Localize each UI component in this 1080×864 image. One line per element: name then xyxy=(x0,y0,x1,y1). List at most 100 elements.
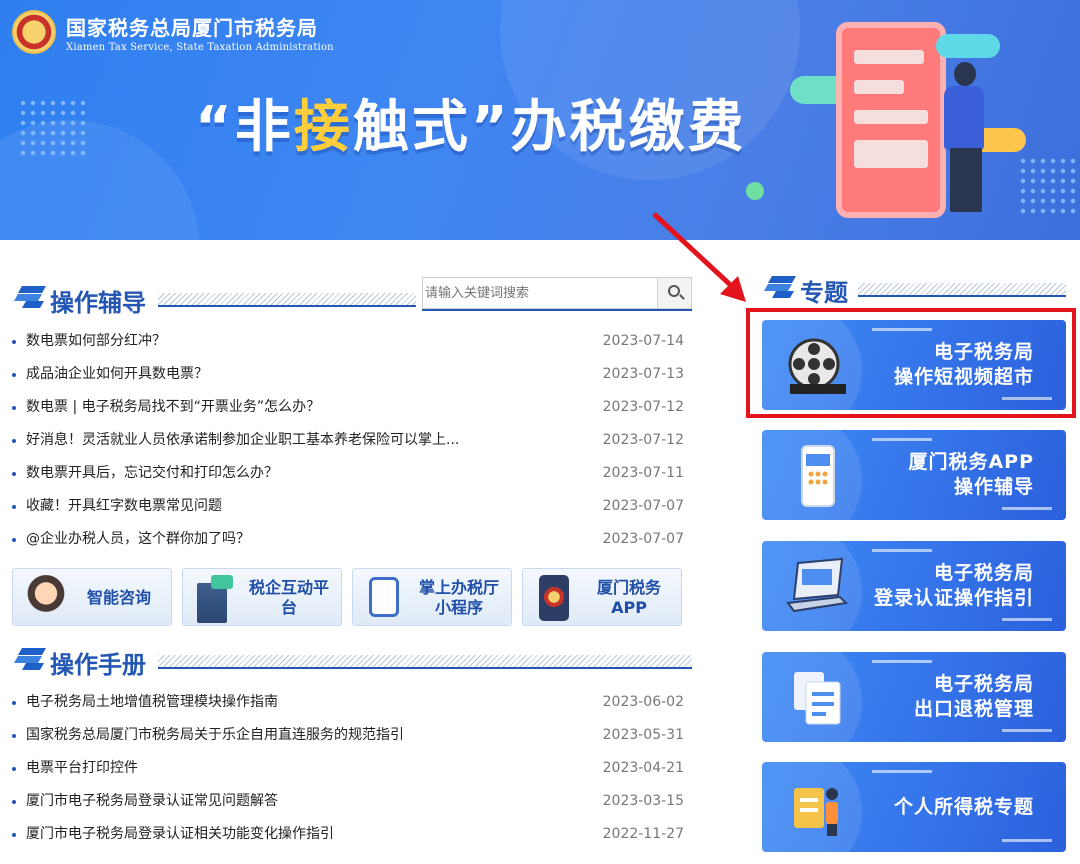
card-title-line1: 个人所得税专题 xyxy=(893,795,1034,818)
card-title-line2: 操作辅导 xyxy=(953,476,1034,498)
circle-decoration xyxy=(746,182,764,200)
phone-illustration xyxy=(836,22,946,218)
item-title[interactable]: 电票平台打印控件 xyxy=(26,752,138,785)
card-text: 厦门税务APP 操作辅导 xyxy=(908,430,1034,520)
person-illustration xyxy=(950,148,982,212)
mobile-hall-icon xyxy=(369,577,399,617)
item-title[interactable]: 厦门市电子税务局登录认证相关功能变化操作指引 xyxy=(26,818,334,851)
list-item[interactable]: 厦门市电子税务局登录认证常见问题解答 2023-03-15 xyxy=(12,785,684,818)
section-title-topics: 专题 xyxy=(800,279,848,307)
card-title-line1: 厦门税务APP xyxy=(908,451,1034,473)
item-title[interactable]: 数电票开具后，忘记交付和打印怎么办？ xyxy=(26,457,278,490)
item-title[interactable]: @企业办税人员，这个群你加了吗？ xyxy=(26,523,250,556)
search-input[interactable] xyxy=(423,278,659,308)
item-date: 2023-07-12 xyxy=(602,399,684,415)
laptop-icon xyxy=(786,557,848,613)
section-divider xyxy=(158,293,416,307)
section-icon xyxy=(763,276,798,298)
card-title-line2: 登录认证操作指引 xyxy=(873,587,1034,609)
topic-card-tax-app-guide[interactable]: 厦门税务APP 操作辅导 xyxy=(762,430,1066,520)
slogan-part1: “非 xyxy=(195,95,294,160)
item-title[interactable]: 国家税务总局厦门市税务局关于乐企自用直连服务的规范指引 xyxy=(26,719,404,752)
item-date: 2023-05-31 xyxy=(602,727,684,743)
item-title[interactable]: 电子税务局土地增值税管理模块操作指南 xyxy=(26,686,278,719)
quick-link-label: 厦门税务APP xyxy=(596,578,661,617)
item-title[interactable]: 厦门市电子税务局登录认证常见问题解答 xyxy=(26,785,278,818)
section-title-manual: 操作手册 xyxy=(50,651,146,679)
phone-line xyxy=(854,50,924,64)
section-divider xyxy=(858,283,1066,297)
item-date: 2023-07-14 xyxy=(602,333,684,349)
item-date: 2023-03-15 xyxy=(602,793,684,809)
topic-card-login-auth[interactable]: 电子税务局登录认证操作指引 xyxy=(762,541,1066,631)
phone-line xyxy=(854,140,928,168)
list-item[interactable]: 电票平台打印控件 2023-04-21 xyxy=(12,752,684,785)
card-text: 个人所得税专题 xyxy=(894,762,1034,852)
item-date: 2023-07-07 xyxy=(602,531,684,547)
item-date: 2023-07-11 xyxy=(602,465,684,481)
item-title[interactable]: 收藏！开具红字数电票常见问题 xyxy=(26,490,222,523)
list-item[interactable]: 电子税务局土地增值税管理模块操作指南 2023-06-02 xyxy=(12,686,684,719)
page: { "header": { "org_name": "国家税务总局厦门市税务局"… xyxy=(0,0,1080,864)
documents-icon xyxy=(794,672,841,725)
item-title[interactable]: 好消息！灵活就业人员依承诺制参加企业职工基本养老保险可以掌上... xyxy=(26,424,459,457)
item-date: 2023-07-13 xyxy=(602,366,684,382)
quick-link-tax-app[interactable]: 厦门税务APP xyxy=(522,568,682,626)
dot-pattern xyxy=(1018,156,1078,216)
phone-line xyxy=(854,110,928,124)
list-item[interactable]: 数电票 | 电子税务局找不到“开票业务”怎么办？ 2023-07-12 xyxy=(12,391,684,424)
smartphone-icon xyxy=(801,445,835,507)
chat-building-icon xyxy=(197,583,227,623)
list-item[interactable]: 好消息！灵活就业人员依承诺制参加企业职工基本养老保险可以掌上... 2023-07… xyxy=(12,424,684,457)
slogan-part2: 触式”办税缴费 xyxy=(352,95,747,160)
list-item[interactable]: 国家税务总局厦门市税务局关于乐企自用直连服务的规范指引 2023-05-31 xyxy=(12,719,684,752)
person-card-icon xyxy=(794,788,838,836)
quick-link-label-line2: 小程序 xyxy=(434,598,483,617)
card-title-line2: 出口退税管理 xyxy=(913,698,1034,720)
quick-link-mobile-hall[interactable]: 掌上办税厅 小程序 xyxy=(352,568,512,626)
item-title[interactable]: 数电票如何部分红冲？ xyxy=(26,325,166,358)
card-text: 电子税务局登录认证操作指引 xyxy=(874,541,1034,631)
section-icon xyxy=(13,648,48,670)
item-date: 2023-07-07 xyxy=(602,498,684,514)
item-date: 2023-07-12 xyxy=(602,432,684,448)
person-illustration xyxy=(954,62,976,86)
list-item[interactable]: 数电票开具后，忘记交付和打印怎么办？ 2023-07-11 xyxy=(12,457,684,490)
phone-line xyxy=(854,80,904,94)
org-name: 国家税务总局厦门市税务局 xyxy=(66,16,318,40)
quick-link-label: 智能咨询 xyxy=(86,588,151,607)
list-item[interactable]: 数电票如何部分红冲？ 2023-07-14 xyxy=(12,325,684,358)
chat-bubble-decoration xyxy=(936,34,1000,58)
topic-card-export-refund[interactable]: 电子税务局出口退税管理 xyxy=(762,652,1066,742)
quick-link-smart-consult[interactable]: 智能咨询 xyxy=(12,568,172,626)
guide-list: 数电票如何部分红冲？ 2023-07-14 成品油企业如何开具数电票？ 2023-0… xyxy=(12,325,684,556)
manual-list: 电子税务局土地增值税管理模块操作指南 2023-06-02 国家税务总局厦门市税务… xyxy=(12,686,684,851)
item-title[interactable]: 成品油企业如何开具数电票？ xyxy=(26,358,208,391)
highlight-box xyxy=(746,308,1076,418)
quick-link-interaction-platform[interactable]: 税企互动平台 xyxy=(182,568,342,626)
list-item[interactable]: @企业办税人员，这个群你加了吗？ 2023-07-07 xyxy=(12,523,684,556)
card-title-line1: 电子税务局 xyxy=(933,673,1034,695)
section-divider xyxy=(158,655,692,669)
card-title-line1: 电子税务局 xyxy=(933,562,1034,584)
list-item[interactable]: 成品油企业如何开具数电票？ 2023-07-13 xyxy=(12,358,684,391)
section-icon xyxy=(13,286,48,308)
red-arrow-annotation xyxy=(652,212,746,302)
item-date: 2022-11-27 xyxy=(602,826,684,842)
quick-link-label-line1: 掌上办税厅 xyxy=(418,578,499,597)
item-date: 2023-04-21 xyxy=(602,760,684,776)
tax-emblem-icon xyxy=(544,587,564,607)
item-title[interactable]: 数电票 | 电子税务局找不到“开票业务”怎么办？ xyxy=(26,391,320,424)
tax-emblem-icon xyxy=(12,10,56,54)
quick-link-label: 税企互动平台 xyxy=(248,578,329,617)
quick-link-label: 掌上办税厅 小程序 xyxy=(413,569,505,627)
slogan-highlight: 接 xyxy=(293,95,353,160)
topic-card-personal-income-tax[interactable]: 个人所得税专题 xyxy=(762,762,1066,852)
section-title-guide: 操作辅导 xyxy=(50,289,146,317)
dot-pattern xyxy=(18,98,88,158)
list-item[interactable]: 收藏！开具红字数电票常见问题 2023-07-07 xyxy=(12,490,684,523)
list-item[interactable]: 厦门市电子税务局登录认证相关功能变化操作指引 2022-11-27 xyxy=(12,818,684,851)
header-banner: 国家税务总局厦门市税务局 Xiamen Tax Service, State T… xyxy=(0,0,1080,240)
item-date: 2023-06-02 xyxy=(602,694,684,710)
person-illustration xyxy=(944,86,984,150)
